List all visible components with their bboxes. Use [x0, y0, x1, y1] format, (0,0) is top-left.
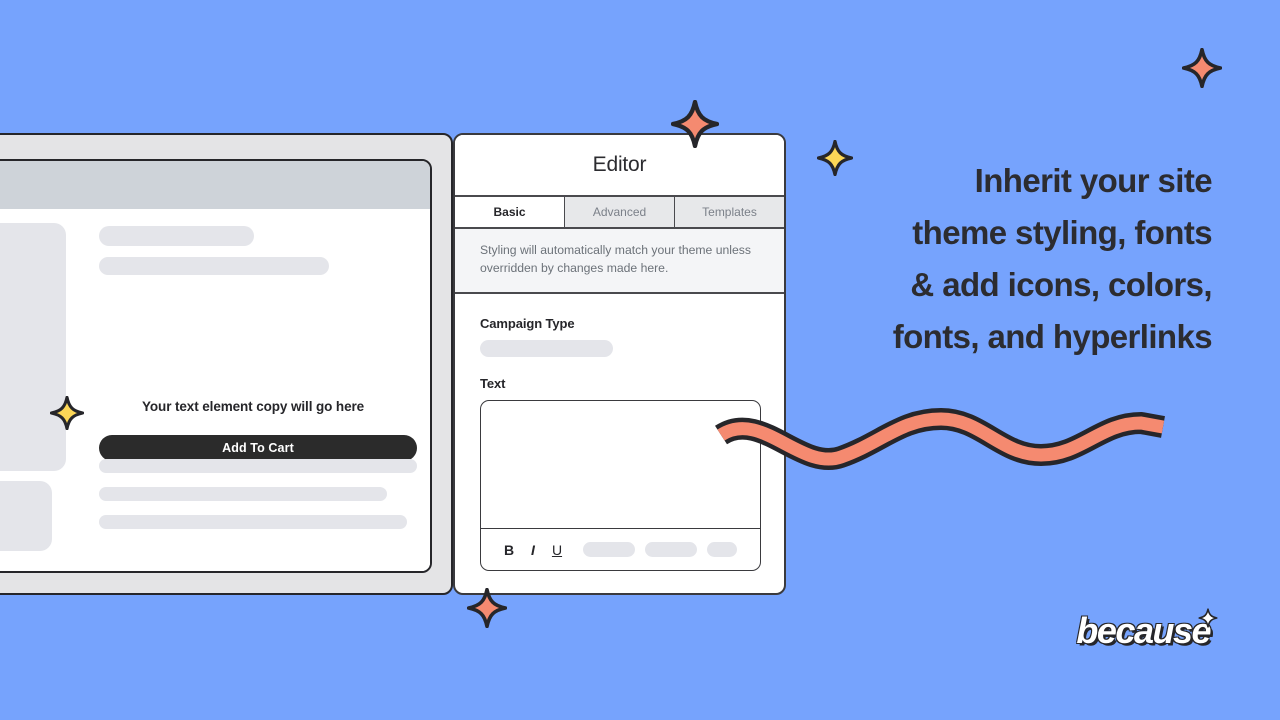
preview-skeleton-title	[99, 226, 254, 246]
editor-title: Editor	[592, 153, 647, 176]
headline-line-2: theme styling, fonts	[912, 214, 1212, 252]
editor-title-bar: Editor	[455, 135, 784, 197]
bold-button[interactable]: B	[497, 542, 521, 558]
brand-logo: because	[1076, 610, 1211, 651]
preview-skeleton-thumb-2	[0, 481, 52, 551]
headline: Inherit your site theme styling, fonts &…	[792, 155, 1213, 364]
preview-add-to-cart-button[interactable]: Add To Cart	[99, 435, 417, 461]
preview-skeleton-line-1	[99, 459, 417, 473]
preview-page-body: Your text element copy will go here Add …	[0, 209, 430, 571]
editor-panel: Editor Basic Advanced Templates Styling …	[453, 133, 786, 595]
editor-info-text: Styling will automatically match your th…	[480, 243, 751, 275]
campaign-type-select[interactable]	[480, 340, 613, 358]
sparkle-icon-preview	[50, 396, 84, 430]
editor-info-banner: Styling will automatically match your th…	[455, 229, 784, 295]
preview-page-card: Your text element copy will go here Add …	[0, 159, 432, 573]
toolbar-control-3[interactable]	[707, 542, 737, 558]
tab-advanced[interactable]: Advanced	[565, 197, 675, 227]
italic-button[interactable]: I	[521, 542, 545, 558]
headline-line-3: & add icons, colors,	[910, 266, 1212, 304]
preview-skeleton-line-2	[99, 487, 387, 501]
sparkle-icon-logo	[1198, 608, 1218, 628]
wavy-underline-decoration	[715, 407, 1165, 470]
text-field-label: Text	[480, 376, 506, 392]
promo-slide: Your text element copy will go here Add …	[0, 0, 1280, 720]
campaign-type-label: Campaign Type	[480, 316, 575, 332]
site-preview-window: Your text element copy will go here Add …	[0, 133, 453, 595]
toolbar-control-1[interactable]	[583, 542, 635, 558]
headline-line-1: Inherit your site	[974, 162, 1213, 199]
preview-skeleton-subtitle	[99, 257, 329, 275]
toolbar-control-2[interactable]	[645, 542, 697, 558]
sparkle-icon-bottom-left	[467, 588, 507, 628]
sparkle-icon-top-right	[1182, 48, 1222, 88]
sparkle-icon-top-center	[671, 100, 719, 148]
preview-skeleton-line-3	[99, 515, 407, 529]
tab-basic[interactable]: Basic	[455, 197, 565, 227]
preview-page-header	[0, 161, 430, 209]
editor-tab-bar: Basic Advanced Templates	[455, 197, 784, 229]
rich-text-toolbar: B I U	[481, 528, 760, 570]
tab-templates[interactable]: Templates	[675, 197, 784, 227]
underline-button[interactable]: U	[545, 542, 569, 558]
preview-text-element: Your text element copy will go here	[142, 399, 365, 414]
preview-skeleton-image-block	[0, 223, 66, 471]
headline-line-4: fonts, and hyperlinks	[892, 318, 1213, 356]
